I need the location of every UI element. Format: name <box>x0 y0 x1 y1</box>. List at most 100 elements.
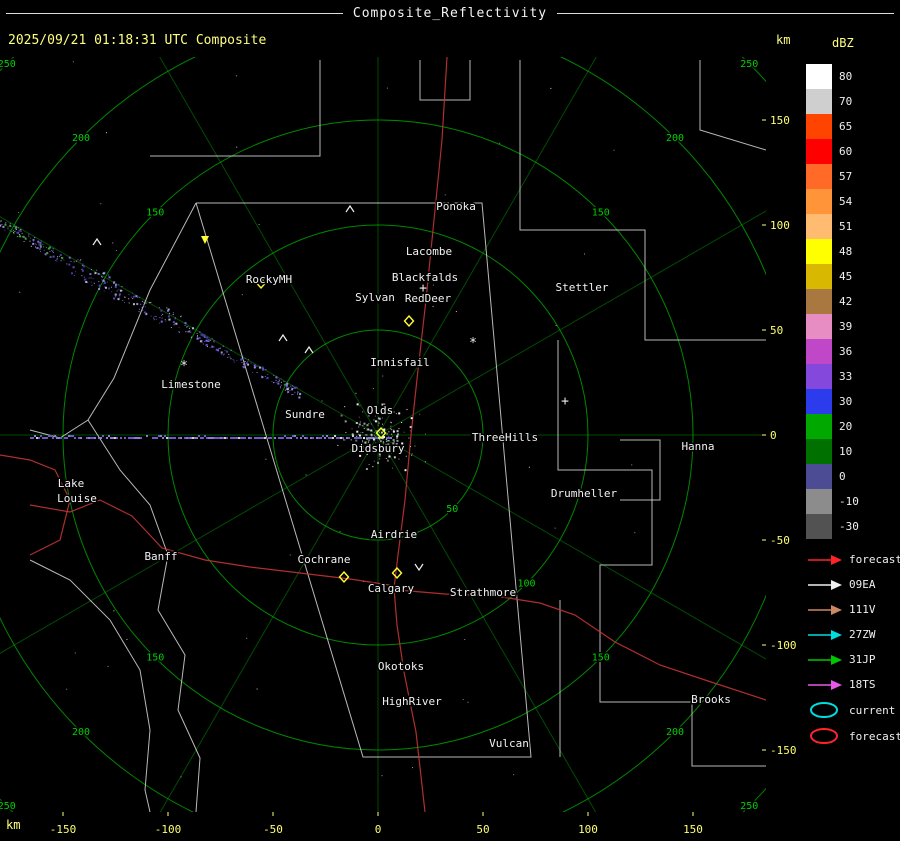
lightning-diamond-marker <box>338 570 350 584</box>
x-axis-tick-label: 100 <box>578 823 598 836</box>
colorbar-value: 0 <box>839 470 846 483</box>
ring-distance-label: 200 <box>72 727 90 738</box>
colorbar-swatch <box>806 364 832 389</box>
arrow-icon <box>808 679 842 690</box>
colorbar-value: 48 <box>839 245 853 258</box>
x-axis-tick-label: -150 <box>50 823 77 836</box>
ring-distance-label: 200 <box>72 133 90 144</box>
boundary-line <box>150 60 321 157</box>
colorbar-swatch <box>806 414 832 439</box>
colorbar-swatch <box>806 339 832 364</box>
legend-item: current <box>806 697 900 723</box>
asterisk-marker: * <box>469 336 477 351</box>
boundary-line <box>557 340 766 767</box>
city-label-innisfail: Innisfail <box>370 356 430 369</box>
colorbar-swatch <box>806 139 832 164</box>
colorbar-entry: 54 <box>806 189 859 214</box>
colorbar-value: 42 <box>839 295 853 308</box>
colorbar-swatch <box>806 489 832 514</box>
arrow-icon <box>808 604 842 615</box>
colorbar-swatch <box>806 114 832 139</box>
ring-distance-label: 150 <box>592 653 610 664</box>
y-axis-tick-label: -150 <box>770 744 797 757</box>
legend-item-label: 31JP <box>849 653 876 666</box>
arrow-icon <box>808 554 842 565</box>
colorbar-swatch <box>806 214 832 239</box>
legend-item-label: current <box>849 703 896 717</box>
ring-distance-label: 250 <box>0 59 16 70</box>
legend-item: 111V <box>806 597 900 622</box>
colorbar-swatch <box>806 239 832 264</box>
city-label-lacombe: Lacombe <box>406 245 452 258</box>
colorbar-scale: 80 70 65 60 57 54 51 48 45 42 39 36 33 30 20 10 0 -10 -30 <box>806 64 859 539</box>
city-label-louise: Louise <box>57 492 97 505</box>
colorbar-entry: 51 <box>806 214 859 239</box>
colorbar-value: 45 <box>839 270 853 283</box>
range-ring <box>0 57 766 812</box>
city-label-hanna: Hanna <box>681 440 714 453</box>
colorbar-swatch <box>806 314 832 339</box>
map-layers: **++PonokaLacombeBlackfaldsSylvan RedDeer… <box>0 57 766 812</box>
ring-distance-label: 250 <box>0 801 16 812</box>
city-label-didsbury: Didsbury <box>352 442 405 455</box>
boundary-line <box>195 202 532 758</box>
y-axis-tick-label: 50 <box>770 324 783 337</box>
legend-item: 27ZW <box>806 622 900 647</box>
colorbar-swatch <box>806 89 832 114</box>
colorbar-entry: 65 <box>806 114 859 139</box>
colorbar-title: dBZ <box>832 36 854 50</box>
ring-distance-label: 50 <box>446 504 458 515</box>
lightning-diamond-marker <box>403 314 415 328</box>
ring-distance-label: 150 <box>146 207 164 218</box>
city-label-calgary: Calgary <box>368 582 415 595</box>
arrow-icon <box>808 654 842 665</box>
legend-item-label: forecast <box>849 729 900 743</box>
radial-line <box>159 57 379 436</box>
colorbar-entry: 57 <box>806 164 859 189</box>
colorbar-entry: 48 <box>806 239 859 264</box>
colorbar-value: 54 <box>839 195 853 208</box>
y-axis-tick-label: -50 <box>770 534 790 547</box>
boundary-line <box>519 60 766 341</box>
x-axis-tick-label: 150 <box>683 823 703 836</box>
asterisk-marker: * <box>180 359 188 374</box>
colorbar-value: 39 <box>839 320 853 333</box>
colorbar-value: 80 <box>839 70 853 83</box>
city-label-lake: Lake <box>58 477 85 490</box>
ring-distance-label: 150 <box>146 653 164 664</box>
city-label-banff: Banff <box>144 550 177 563</box>
colorbar-swatch <box>806 264 832 289</box>
city-label-strathmore: Strathmore <box>450 586 516 599</box>
colorbar-entry: 70 <box>806 89 859 114</box>
colorbar-value: 51 <box>839 220 853 233</box>
city-label-sundre: Sundre <box>285 408 325 421</box>
city-label-stettler: Stettler <box>556 281 609 294</box>
colorbar-swatch <box>806 64 832 89</box>
colorbar-entry: 60 <box>806 139 859 164</box>
colorbar-entry: 0 <box>806 464 859 489</box>
legend-item: 09EA <box>806 572 900 597</box>
x-axis-tick-label: -50 <box>263 823 283 836</box>
y-axis-tick-label: 150 <box>770 114 790 127</box>
x-axis-tick-label: 0 <box>375 823 382 836</box>
legend-item: 31JP <box>806 647 900 672</box>
colorbar-swatch <box>806 389 832 414</box>
colorbar-value: 70 <box>839 95 853 108</box>
city-label-blackfalds: Blackfalds <box>392 271 458 284</box>
y-axis-tick-label: 0 <box>770 429 777 442</box>
colorbar-swatch <box>806 189 832 214</box>
highway-line <box>29 499 397 587</box>
colorbar-value: 65 <box>839 120 853 133</box>
legend-item-label: 111V <box>849 603 876 616</box>
colorbar-value: -10 <box>839 495 859 508</box>
plus-marker: + <box>561 394 569 409</box>
ring-distance-label: 200 <box>666 727 684 738</box>
colorbar-entry: -10 <box>806 489 859 514</box>
city-label-reddeer: RedDeer <box>405 292 452 305</box>
radar-app-window: { "window": { "title": "Composite_Reflec… <box>0 0 900 841</box>
colorbar-entry: 42 <box>806 289 859 314</box>
colorbar-value: 20 <box>839 420 853 433</box>
colorbar-swatch <box>806 464 832 489</box>
colorbar-panel: dBZ 80 70 65 60 57 54 51 48 45 42 39 36 33 30 20 10 0 -10… <box>800 0 900 841</box>
colorbar-swatch <box>806 514 832 539</box>
